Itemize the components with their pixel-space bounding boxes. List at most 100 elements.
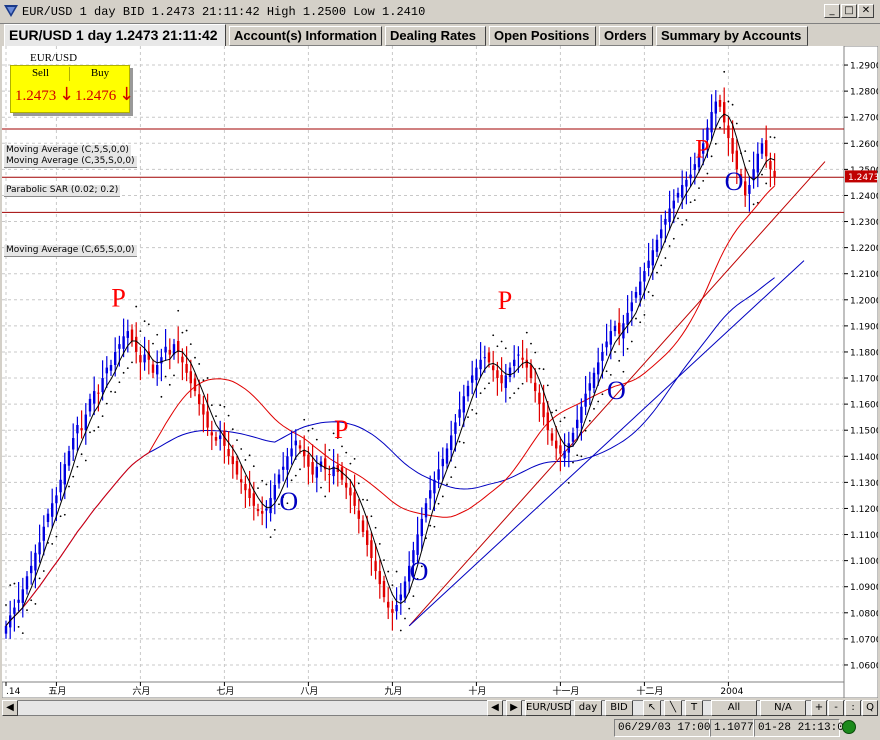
time-tick-label: 十月 bbox=[468, 685, 486, 697]
candle-body bbox=[403, 581, 407, 598]
tab-summary-by-accounts[interactable]: Summary by Accounts bbox=[656, 26, 808, 46]
sar-dot bbox=[105, 402, 108, 405]
zoom-out-button[interactable]: - bbox=[828, 700, 844, 716]
time-tick-label: .14 bbox=[6, 687, 21, 697]
candle-body bbox=[21, 589, 24, 603]
sar-dot bbox=[702, 179, 705, 182]
time-axis bbox=[2, 681, 845, 698]
sar-dot bbox=[59, 515, 62, 518]
query-button[interactable]: Q bbox=[862, 700, 878, 716]
tab-open-positions[interactable]: Open Positions bbox=[489, 26, 596, 46]
candle-body bbox=[475, 367, 478, 381]
na-button[interactable]: N/A bbox=[760, 700, 806, 716]
candle-body bbox=[345, 482, 348, 488]
sar-dot bbox=[38, 577, 41, 580]
status-cursor-datetime: 06/29/03 17:00 bbox=[614, 719, 710, 737]
price-type-selector[interactable]: BID bbox=[605, 700, 633, 716]
price-tick-label: 1.1100 bbox=[850, 531, 878, 541]
indicator-label-sar[interactable]: Parabolic SAR (0.02; 0.2) bbox=[4, 185, 121, 197]
candle-body bbox=[248, 488, 251, 499]
quote-box[interactable]: Sell Buy 1.2473 ↓ 1.2476 ↓ bbox=[10, 65, 134, 113]
candle-body bbox=[672, 200, 675, 209]
sar-dot bbox=[168, 383, 171, 386]
horizontal-scrollbar[interactable]: ◀ ◀ ▶ EUR/USD day BID ↖ ╲ T All N/A + - … bbox=[2, 700, 878, 716]
candle-body bbox=[592, 372, 596, 388]
candle-body bbox=[466, 385, 470, 397]
sar-dot bbox=[735, 122, 738, 125]
buy-price[interactable]: 1.2476 bbox=[75, 88, 116, 105]
symbol-selector[interactable]: EUR/USD bbox=[525, 700, 571, 716]
sar-dot bbox=[362, 498, 364, 501]
candle-body bbox=[244, 483, 247, 491]
candle-body bbox=[681, 185, 684, 198]
maximize-button[interactable]: □ bbox=[841, 4, 857, 18]
candle-body bbox=[202, 404, 205, 415]
pattern-peak-label: P bbox=[111, 283, 125, 312]
zoom-in-button[interactable]: + bbox=[811, 700, 827, 716]
candle-body bbox=[261, 511, 264, 514]
candle-body bbox=[420, 518, 423, 537]
sar-dot bbox=[660, 264, 663, 267]
sar-dot bbox=[647, 291, 650, 293]
candle-body bbox=[513, 359, 516, 367]
scroll-right-button[interactable]: ▶ bbox=[506, 700, 522, 716]
candle-body bbox=[471, 375, 474, 383]
sar-dot bbox=[147, 323, 150, 326]
sar-dot bbox=[181, 331, 184, 334]
sar-dot bbox=[244, 459, 247, 461]
candle-body bbox=[93, 391, 96, 404]
candle-body bbox=[353, 492, 356, 506]
candle-body bbox=[651, 250, 654, 266]
sar-dot bbox=[479, 392, 482, 395]
sar-dot bbox=[223, 405, 226, 408]
minimize-button[interactable]: _ bbox=[824, 4, 840, 18]
candle-body bbox=[164, 346, 167, 353]
close-button[interactable]: ✕ bbox=[858, 4, 874, 18]
sar-dot bbox=[492, 334, 495, 337]
draw-line-tool-icon[interactable]: ╲ bbox=[664, 700, 682, 716]
all-button[interactable]: All bbox=[711, 700, 757, 716]
sar-dot bbox=[143, 320, 146, 323]
sar-dot bbox=[433, 525, 436, 528]
candle-body bbox=[605, 341, 608, 348]
cursor-tool-icon[interactable]: ↖ bbox=[643, 700, 661, 716]
sar-dot bbox=[311, 427, 314, 430]
sar-dot bbox=[320, 486, 322, 489]
indicator-label-ma65[interactable]: Moving Average (C,65,S,0,0) bbox=[4, 245, 137, 257]
candle-body bbox=[756, 153, 759, 173]
candle-body bbox=[597, 362, 600, 375]
price-chart[interactable]: 1.29001.28001.27001.26001.25001.24001.23… bbox=[2, 46, 878, 698]
price-tick-label: 1.2100 bbox=[850, 270, 878, 280]
candle-body bbox=[256, 508, 260, 512]
sar-dot bbox=[467, 416, 469, 419]
indicator-label-ma35[interactable]: Moving Average (C,35,S,0,0) bbox=[4, 156, 137, 168]
sar-dot bbox=[97, 426, 100, 428]
period-selector[interactable]: day bbox=[574, 700, 602, 716]
sar-dot bbox=[202, 379, 205, 382]
tab-orders[interactable]: Orders bbox=[599, 26, 653, 46]
text-tool-icon[interactable]: T bbox=[685, 700, 703, 716]
zoom-reset-button[interactable]: : bbox=[845, 700, 861, 716]
candle-body bbox=[80, 428, 83, 431]
tab-eurusd-chart[interactable]: EUR/USD 1 day 1.2473 21:11:42 bbox=[4, 24, 226, 46]
tab-dealing-rates[interactable]: Dealing Rates bbox=[385, 26, 486, 46]
candle-body bbox=[748, 185, 751, 194]
tab-account-information[interactable]: Account(s) Information bbox=[229, 26, 382, 46]
candle-body bbox=[395, 604, 398, 612]
candle-body bbox=[130, 329, 134, 342]
sar-dot bbox=[509, 396, 511, 399]
price-tick-label: 1.1000 bbox=[850, 557, 878, 567]
sar-dot bbox=[156, 333, 159, 336]
sell-price[interactable]: 1.2473 bbox=[15, 88, 56, 105]
sar-dot bbox=[366, 499, 369, 502]
time-tick-label: 十一月 bbox=[552, 685, 579, 697]
scroll-left-button[interactable]: ◀ bbox=[2, 700, 18, 716]
candle-body bbox=[508, 367, 512, 377]
sar-dot bbox=[672, 237, 675, 240]
scroll-left-button-2[interactable]: ◀ bbox=[487, 700, 503, 716]
time-tick-label: 九月 bbox=[384, 686, 402, 697]
sar-dot bbox=[294, 474, 297, 477]
sar-dot bbox=[525, 331, 528, 334]
pattern-peak-label: P bbox=[334, 415, 348, 444]
sar-dot bbox=[227, 414, 230, 417]
